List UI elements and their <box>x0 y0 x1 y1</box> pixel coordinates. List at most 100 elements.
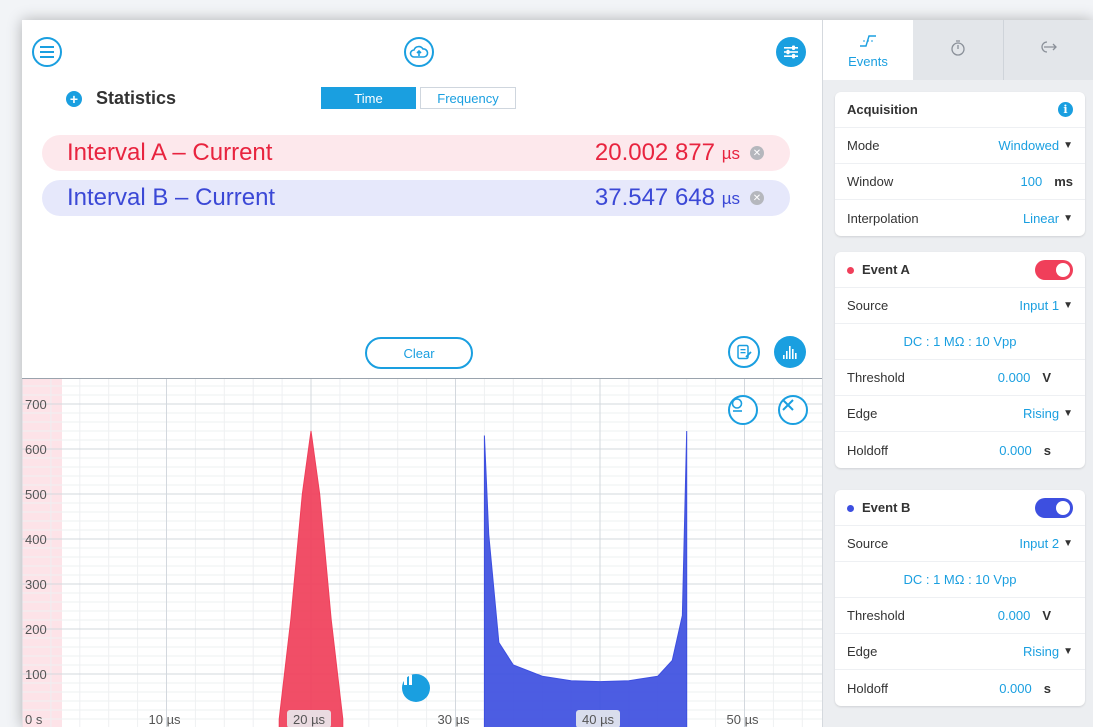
window-unit: ms <box>1054 174 1073 189</box>
mode-row[interactable]: Mode Windowed ▼ <box>835 128 1085 164</box>
info-icon[interactable]: i <box>1058 102 1073 117</box>
statistics-title: Statistics <box>96 88 177 108</box>
event-b-title: Event B <box>862 500 911 515</box>
notes-icon[interactable] <box>728 336 760 368</box>
event-a-source-value: Input 1 <box>1019 298 1060 313</box>
arrow-out-icon <box>1039 39 1059 61</box>
interval-a-label: Interval A – Current <box>67 139 273 166</box>
event-a-card: Event A Source Input 1 ▼ DC : 1 MΩ : 10 V… <box>835 252 1085 468</box>
event-b-edge-row[interactable]: Edge Rising ▼ <box>835 634 1085 670</box>
event-a-toggle[interactable] <box>1035 259 1073 280</box>
mode-value: Windowed <box>998 138 1060 153</box>
event-a-holdoff-field[interactable]: 0.000 s <box>999 443 1051 458</box>
x-tick-label: 30 µs <box>438 712 471 727</box>
event-b-color-dot <box>847 505 854 513</box>
interval-b-value: 37.547 648 <box>594 184 715 211</box>
mode-label: Mode <box>847 138 880 153</box>
interval-a-row[interactable]: Interval A – Current 20.002 877 µs ✕ <box>42 135 790 171</box>
event-b-coupling[interactable]: DC : 1 MΩ : 10 Vpp <box>835 562 1085 598</box>
event-b-holdoff-field[interactable]: 0.000 s <box>999 681 1051 696</box>
event-a-threshold-field[interactable]: 0.000 V <box>998 370 1051 385</box>
tab-stopwatch[interactable] <box>913 20 1003 80</box>
caret-down-icon: ▼ <box>1063 212 1073 224</box>
event-b-source-row[interactable]: Source Input 2 ▼ <box>835 526 1085 562</box>
interval-b-label: Interval B – Current <box>67 184 276 211</box>
caret-down-icon: ▼ <box>1063 408 1073 419</box>
event-a-threshold-row[interactable]: Threshold 0.000 V <box>835 360 1085 396</box>
cloud-upload-icon[interactable] <box>404 37 434 67</box>
stopwatch-icon <box>949 39 967 61</box>
mode-select[interactable]: Windowed ▼ <box>998 138 1073 153</box>
edge-trigger-icon <box>858 32 878 54</box>
clear-button[interactable]: Clear <box>365 337 473 369</box>
threshold-label: Threshold <box>847 370 905 385</box>
side-panel: Events Acquisition i Mode Windowed ▼ Win… <box>822 20 1093 727</box>
event-a-source-row[interactable]: Source Input 1 ▼ <box>835 288 1085 324</box>
pause-icon[interactable] <box>402 674 430 702</box>
zoom-icon[interactable] <box>728 395 758 425</box>
tab-events-label: Events <box>848 53 888 69</box>
y-tick-label: 500 <box>25 487 47 502</box>
histogram-series-0 <box>278 430 344 727</box>
statistics-header: + Statistics <box>66 88 176 109</box>
event-a-source-select[interactable]: Input 1 ▼ <box>1019 298 1073 313</box>
sliders-icon[interactable] <box>776 37 806 67</box>
tab-frequency[interactable]: Frequency <box>420 87 516 109</box>
caret-down-icon: ▼ <box>1063 646 1073 657</box>
threshold-label: Threshold <box>847 608 905 623</box>
remove-interval-a-icon[interactable]: ✕ <box>750 146 764 160</box>
event-b-threshold-field[interactable]: 0.000 V <box>998 608 1051 623</box>
event-b-edge-value: Rising <box>1022 644 1060 659</box>
holdoff-unit: s <box>1043 680 1051 696</box>
event-b-threshold-row[interactable]: Threshold 0.000 V <box>835 598 1085 634</box>
edge-label: Edge <box>847 406 878 421</box>
event-a-title: Event A <box>862 262 910 277</box>
tab-time[interactable]: Time <box>321 87 416 109</box>
interval-a-unit: µs <box>721 144 740 163</box>
x-tick-label: 10 µs <box>149 712 182 727</box>
event-b-source-select[interactable]: Input 2 ▼ <box>1019 536 1073 551</box>
x-tick-label: 40 µs <box>582 712 615 727</box>
tab-output[interactable] <box>1003 20 1093 80</box>
caret-down-icon: ▼ <box>1063 538 1073 549</box>
y-tick-label: 100 <box>25 667 47 682</box>
source-label: Source <box>847 298 889 313</box>
event-a-coupling[interactable]: DC : 1 MΩ : 10 Vpp <box>835 324 1085 360</box>
time-frequency-toggle: Time Frequency <box>321 87 516 109</box>
event-b-holdoff-row[interactable]: Holdoff 0.000 s <box>835 670 1085 706</box>
holdoff-label: Holdoff <box>847 442 888 458</box>
event-b-edge-select[interactable]: Rising ▼ <box>1023 644 1073 659</box>
tools-icon[interactable] <box>778 395 808 425</box>
hamburger-menu-icon[interactable] <box>32 37 62 67</box>
event-a-edge-value: Rising <box>1022 406 1060 421</box>
histogram-icon[interactable] <box>774 336 806 368</box>
event-a-edge-row[interactable]: Edge Rising ▼ <box>835 396 1085 432</box>
tab-events[interactable]: Events <box>823 20 913 80</box>
caret-down-icon: ▼ <box>1063 140 1073 151</box>
holdoff-unit: s <box>1043 442 1051 458</box>
side-tabs: Events <box>823 20 1093 80</box>
acquisition-header: Acquisition i <box>835 92 1085 128</box>
event-a-edge-select[interactable]: Rising ▼ <box>1023 406 1073 421</box>
add-statistic-icon[interactable]: + <box>66 90 82 107</box>
interpolation-row[interactable]: Interpolation Linear ▼ <box>835 200 1085 236</box>
source-label: Source <box>847 536 889 551</box>
window-field[interactable]: 100 ms <box>1021 174 1074 189</box>
interval-b-unit: µs <box>721 189 740 208</box>
histogram-series-1 <box>483 430 688 727</box>
y-tick-label: 600 <box>25 442 47 457</box>
event-a-holdoff-row[interactable]: Holdoff 0.000 s <box>835 432 1085 468</box>
interpolation-select[interactable]: Linear ▼ <box>1023 211 1073 226</box>
window-value: 100 <box>1020 174 1043 189</box>
histogram-plot[interactable]: 100 200 300 400 500 600 700 0 s 10 µs 20 µs 30 µs 4… <box>22 378 822 727</box>
event-b-header: Event B <box>835 490 1085 526</box>
event-b-toggle[interactable] <box>1035 497 1073 518</box>
y-tick-label: 200 <box>25 622 47 637</box>
interpolation-label: Interpolation <box>847 210 919 226</box>
window-label: Window <box>847 174 894 189</box>
app-window: + Statistics Time Frequency Interval A –… <box>22 20 1093 727</box>
interval-b-row[interactable]: Interval B – Current 37.547 648 µs ✕ <box>42 180 790 216</box>
remove-interval-b-icon[interactable]: ✕ <box>750 191 764 205</box>
window-row[interactable]: Window 100 ms <box>835 164 1085 200</box>
event-a-header: Event A <box>835 252 1085 288</box>
